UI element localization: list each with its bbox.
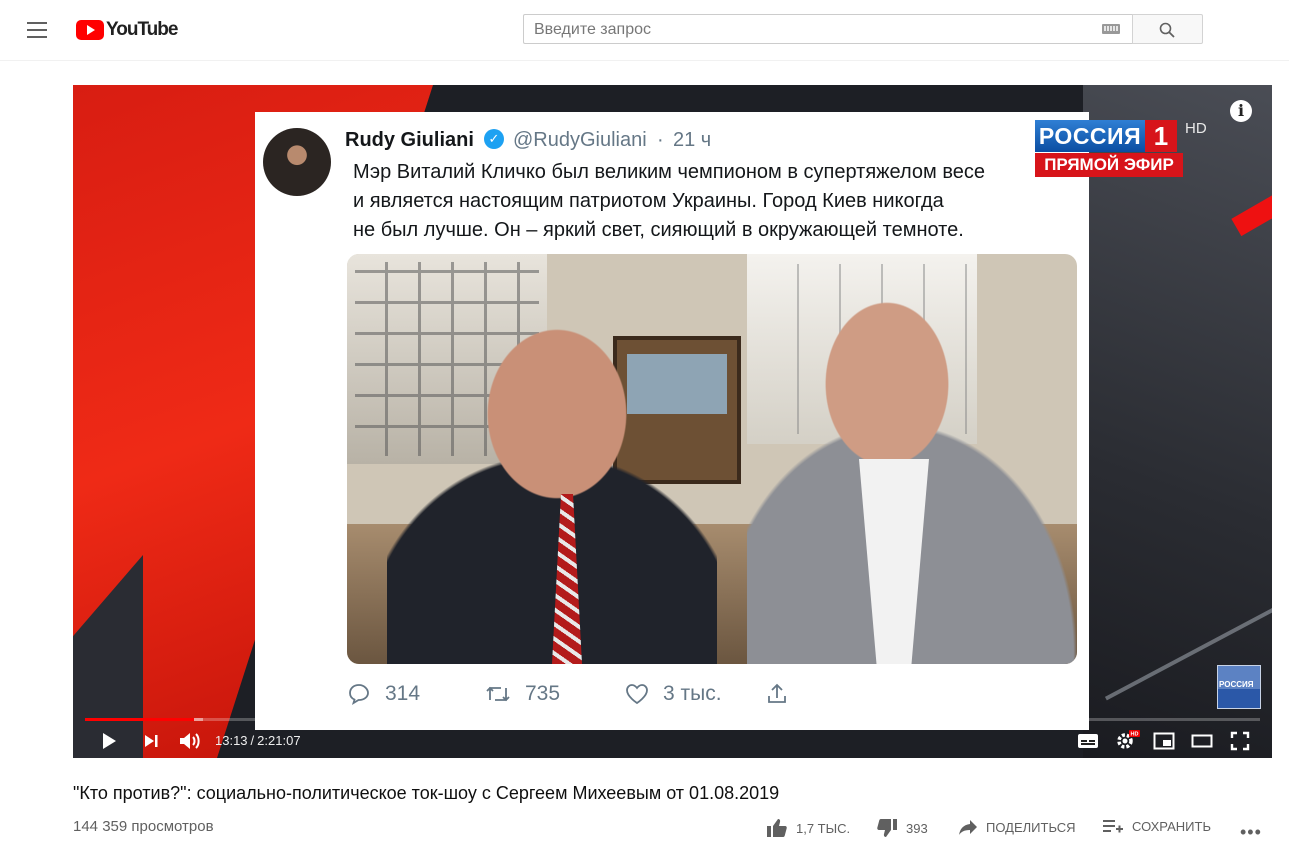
like-button[interactable]: 1,7 ТЫС. — [766, 818, 850, 838]
playlist-add-icon — [1103, 820, 1123, 833]
dislike-button[interactable]: 393 — [876, 818, 928, 838]
thumb-up-icon — [767, 819, 787, 837]
share-label: ПОДЕЛИТЬСЯ — [986, 819, 1076, 835]
save-label: СОХРАНИТЬ — [1132, 818, 1211, 834]
search-input[interactable] — [532, 19, 1096, 41]
tweet-separator: · — [657, 129, 664, 151]
retweet-icon — [486, 686, 510, 702]
progress-played — [85, 718, 195, 721]
tweet-likes-count: 3 тыс. — [663, 682, 722, 705]
tweet-author-name: Rudy Giuliani — [345, 129, 474, 151]
view-count: 144 359 просмотров — [73, 818, 214, 835]
video-title: "Кто против?": социально-политическое то… — [73, 783, 780, 803]
time-total: 2:21:07 — [257, 733, 301, 748]
tweet-retweets-count: 735 — [525, 682, 561, 705]
save-button[interactable]: СОХРАНИТЬ — [1102, 818, 1211, 834]
youtube-play-icon — [76, 20, 104, 40]
search-icon — [1159, 22, 1175, 38]
verified-badge-icon: ✓ — [484, 129, 504, 149]
photo-person-left — [387, 324, 717, 664]
channel-corner-logo: РОССИЯ — [1217, 665, 1261, 709]
logo-text: YouTube — [106, 19, 178, 40]
tweet-card: Rudy Giuliani ✓ @RudyGiuliani · 21 ч Мэр… — [255, 112, 1089, 730]
share-icon — [959, 820, 977, 835]
miniplayer-icon[interactable] — [1153, 732, 1175, 750]
player-controls: 13:13/2:21:07 HD — [73, 725, 1272, 758]
tweet-share-icon — [768, 683, 786, 703]
tweet-share — [765, 682, 789, 706]
youtube-logo[interactable]: YouTube — [76, 19, 178, 41]
tweet-actions: 314 735 3 тыс. — [347, 682, 847, 712]
theater-mode-icon[interactable] — [1191, 733, 1213, 749]
masthead: YouTube — [0, 0, 1289, 61]
tweet-time: 21 ч — [673, 129, 712, 151]
heart-icon — [626, 684, 648, 705]
reply-icon — [349, 684, 369, 705]
more-actions-icon[interactable]: ••• — [1240, 822, 1262, 843]
tweet-likes: 3 тыс. — [625, 682, 722, 706]
search-box — [523, 14, 1132, 44]
dislike-count: 393 — [906, 820, 928, 836]
tweet-photo — [347, 254, 1077, 664]
svg-text:HD: HD — [1131, 732, 1139, 738]
share-button[interactable]: ПОДЕЛИТЬСЯ — [958, 818, 1075, 836]
channel-name: РОССИЯ — [1035, 120, 1145, 152]
tweet-avatar — [263, 128, 331, 196]
tweet-author-handle: @RudyGiuliani — [513, 129, 647, 151]
channel-corner-logo-text: РОССИЯ — [1219, 680, 1254, 689]
search-bar — [523, 14, 1203, 44]
video-player[interactable]: Rudy Giuliani ✓ @RudyGiuliani · 21 ч Мэр… — [73, 85, 1272, 758]
tweet-text: Мэр Виталий Кличко был великим чемпионом… — [353, 161, 985, 241]
time-separator: / — [250, 733, 255, 748]
fullscreen-icon[interactable] — [1230, 731, 1250, 751]
tweet-replies: 314 — [347, 682, 420, 706]
keyboard-icon[interactable] — [1102, 24, 1120, 34]
time-display: 13:13/2:21:07 — [215, 733, 301, 748]
menu-icon[interactable] — [27, 22, 47, 38]
info-icon[interactable]: i — [1230, 100, 1252, 122]
thumb-down-icon — [877, 819, 897, 837]
channel-hd: HD — [1185, 120, 1207, 137]
tweet-replies-count: 314 — [385, 682, 421, 705]
channel-logo: РОССИЯ 1 HD ПРЯМОЙ ЭФИР — [1035, 120, 1207, 180]
like-count: 1,7 ТЫС. — [796, 820, 851, 836]
search-button[interactable] — [1132, 14, 1203, 44]
play-icon[interactable] — [100, 732, 118, 750]
next-icon[interactable] — [143, 733, 159, 749]
channel-number: 1 — [1145, 120, 1177, 152]
subtitles-icon[interactable] — [1077, 733, 1099, 749]
settings-icon[interactable]: HD — [1115, 729, 1141, 751]
tweet-retweets: 735 — [485, 682, 560, 706]
live-badge: ПРЯМОЙ ЭФИР — [1035, 153, 1183, 177]
volume-icon[interactable] — [178, 730, 202, 752]
time-current: 13:13 — [215, 733, 248, 748]
progress-bar[interactable] — [85, 718, 1260, 721]
